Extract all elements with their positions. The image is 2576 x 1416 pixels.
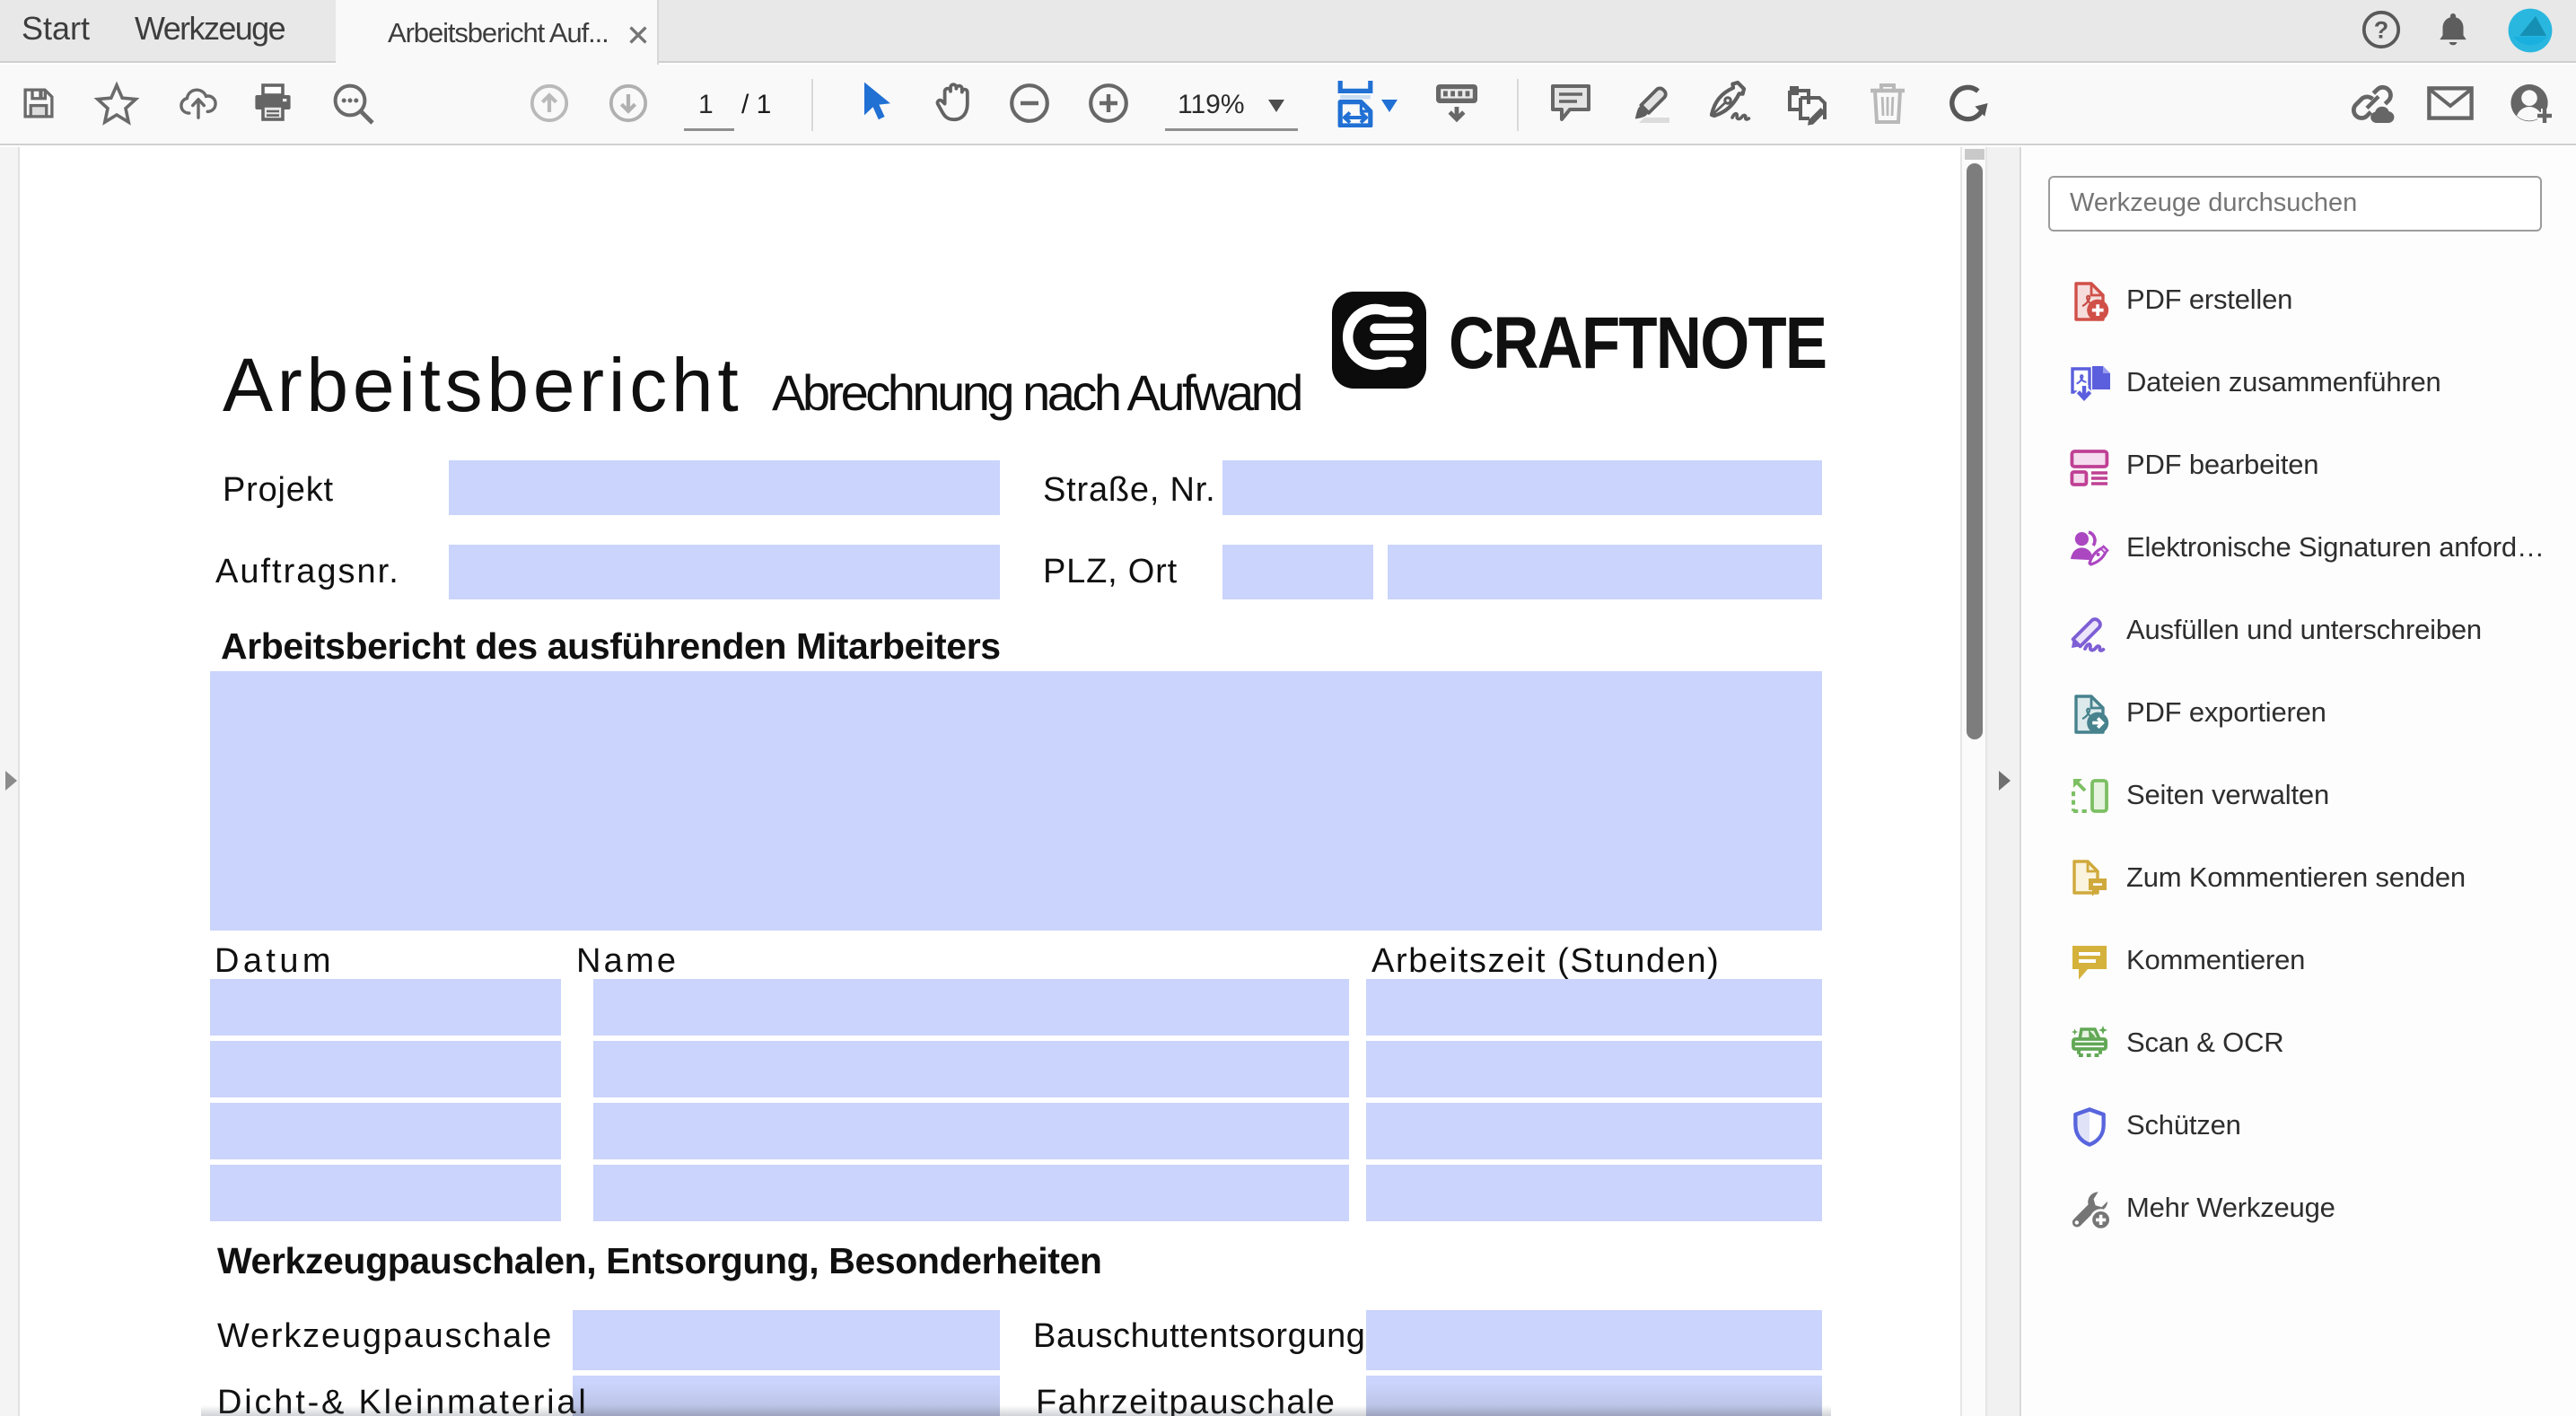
svg-text:?: ? [2374, 16, 2389, 43]
